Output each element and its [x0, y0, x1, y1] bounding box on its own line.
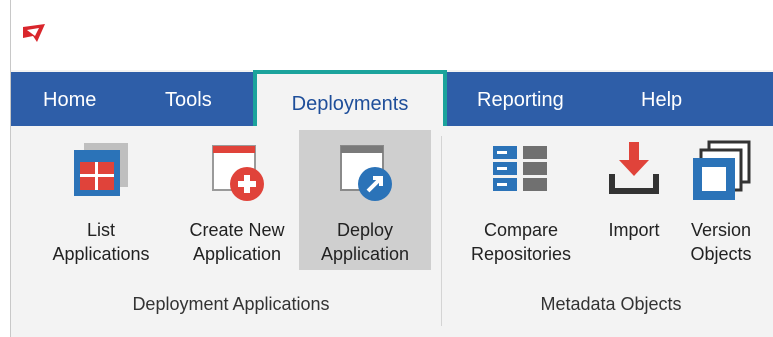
- app-logo-icon: [23, 24, 45, 42]
- version-objects-label-1: Version: [690, 220, 752, 240]
- compare-repositories-label-1: Compare: [483, 220, 559, 240]
- menu-bar: Home Tools Deployments Reporting Help: [11, 70, 773, 128]
- group-divider: [441, 136, 442, 326]
- deploy-application-label-2: Application: [320, 244, 410, 264]
- create-new-application-label-2: Application: [192, 244, 282, 264]
- deploy-application-label-1: Deploy: [336, 220, 394, 240]
- ribbon: List Applications Create New Application: [11, 126, 773, 337]
- compare-repositories-button[interactable]: Compare Repositories: [459, 130, 583, 270]
- title-bar: [11, 0, 773, 70]
- list-applications-button[interactable]: List Applications: [31, 130, 171, 270]
- group-label-metadata-objects: Metadata Objects: [540, 294, 682, 314]
- tab-home[interactable]: Home: [43, 72, 96, 126]
- app-window: Home Tools Deployments Reporting Help Li…: [10, 0, 773, 337]
- create-new-application-button[interactable]: Create New Application: [173, 130, 301, 270]
- list-applications-label-1: List: [86, 220, 115, 240]
- create-new-application-label-1: Create New: [189, 220, 285, 240]
- list-applications-icon: [74, 143, 128, 196]
- import-label: Import: [608, 220, 660, 240]
- import-icon: [609, 142, 659, 194]
- version-objects-button[interactable]: Version Objects: [677, 130, 765, 270]
- compare-repositories-label-2: Repositories: [470, 244, 572, 264]
- tab-deployments[interactable]: Deployments: [253, 70, 447, 128]
- version-objects-icon: [693, 140, 751, 200]
- create-application-icon: [212, 145, 264, 201]
- list-applications-label-2: Applications: [52, 244, 150, 264]
- group-label-deployment-applications: Deployment Applications: [132, 294, 330, 314]
- tab-reporting[interactable]: Reporting: [477, 72, 564, 126]
- version-objects-label-2: Objects: [690, 244, 752, 264]
- compare-repositories-icon: [493, 146, 547, 191]
- import-button[interactable]: Import: [595, 130, 673, 270]
- tab-help[interactable]: Help: [641, 72, 682, 126]
- deploy-application-button[interactable]: Deploy Application: [299, 130, 431, 270]
- deploy-application-icon: [340, 145, 392, 201]
- tab-tools[interactable]: Tools: [165, 72, 212, 126]
